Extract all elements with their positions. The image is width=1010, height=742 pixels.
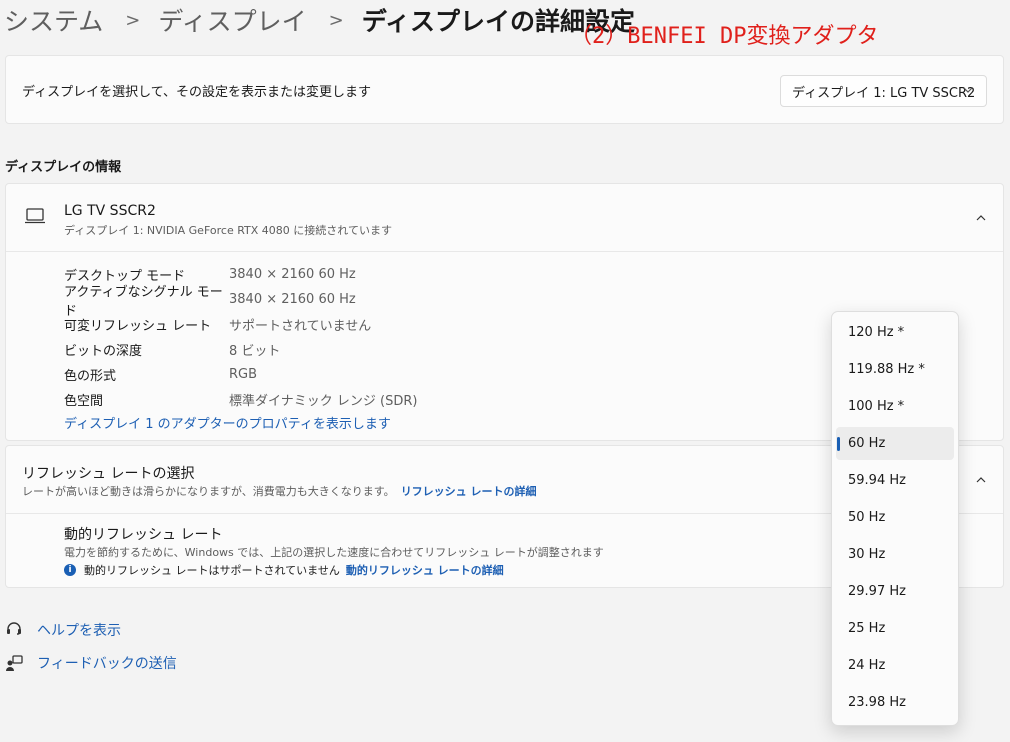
info-row: 色空間 標準ダイナミック レンジ (SDR) [64, 387, 417, 412]
display-select-dropdown[interactable]: ディスプレイ 1: LG TV SSCR2 [780, 75, 987, 107]
dynamic-refresh-detail-link[interactable]: 動的リフレッシュ レートの詳細 [346, 562, 504, 578]
refresh-rate-title: リフレッシュ レートの選択 [22, 466, 195, 482]
monitor-icon [25, 208, 45, 224]
dynamic-refresh-info-text: 動的リフレッシュ レートはサポートされていません [84, 564, 340, 577]
refresh-rate-option-label: 29.97 Hz [848, 584, 906, 599]
refresh-rate-option[interactable]: 59.94 Hz [836, 464, 954, 497]
display-info-rows: デスクトップ モード 3840 × 2160 60 Hz アクティブなシグナル モ… [64, 262, 417, 412]
refresh-rate-option-label: 25 Hz [848, 621, 886, 636]
refresh-rate-option[interactable]: 120 Hz * [836, 316, 954, 349]
info-value: 標準ダイナミック レンジ (SDR) [229, 394, 418, 409]
info-key: アクティブなシグナル モード [64, 284, 223, 319]
chevron-up-icon[interactable] [975, 474, 987, 486]
info-row: ビットの深度 8 ビット [64, 337, 417, 362]
dynamic-refresh-info: i 動的リフレッシュ レートはサポートされていません 動的リフレッシュ レートの… [64, 562, 504, 578]
dynamic-refresh-subtitle: 電力を節約するために、Windows では、上記の選択した速度に合わせてリフレッ… [64, 546, 604, 559]
refresh-rate-subtitle: レートが高いほど動きは滑らかになりますが、消費電力も大きくなります。 リフレッシュ… [22, 483, 537, 499]
refresh-rate-menu: 120 Hz * 119.88 Hz * 100 Hz * 60 Hz 59.9… [831, 311, 959, 726]
help-icon [7, 622, 21, 635]
refresh-rate-option-label: 119.88 Hz * [848, 362, 925, 377]
info-row: 可変リフレッシュ レート サポートされていません [64, 312, 417, 337]
info-icon: i [64, 564, 76, 576]
refresh-rate-option[interactable]: 25 Hz [836, 612, 954, 645]
refresh-rate-option[interactable]: 100 Hz * [836, 390, 954, 423]
refresh-rate-option[interactable]: 50 Hz [836, 501, 954, 534]
display-select-card: ディスプレイを選択して、その設定を表示または変更します ディスプレイ 1: LG… [5, 55, 1004, 124]
display-info-header[interactable]: LG TV SSCR2 ディスプレイ 1: NVIDIA GeForce RTX… [6, 184, 1003, 252]
chevron-down-icon [963, 87, 973, 93]
device-subtitle: ディスプレイ 1: NVIDIA GeForce RTX 4080 に接続されて… [64, 224, 392, 237]
info-value: 8 ビット [229, 344, 281, 359]
feedback-icon [6, 655, 23, 671]
refresh-rate-option-label: 120 Hz * [848, 325, 905, 340]
display-select-label: ディスプレイを選択して、その設定を表示または変更します [22, 85, 372, 100]
feedback-link-row[interactable]: フィードバックの送信 [5, 653, 177, 673]
info-value: サポートされていません [229, 319, 372, 334]
dynamic-refresh-title: 動的リフレッシュ レート [64, 527, 223, 543]
refresh-rate-option-selected[interactable]: 60 Hz [836, 427, 954, 460]
chevron-up-icon[interactable] [975, 212, 987, 224]
section-title-display-info: ディスプレイの情報 [5, 160, 122, 175]
info-key: ビットの深度 [64, 344, 143, 359]
refresh-rate-option-label: 59.94 Hz [848, 473, 906, 488]
display-select-value: ディスプレイ 1: LG TV SSCR2 [792, 85, 976, 101]
breadcrumb-item-system[interactable]: システム [4, 2, 103, 38]
refresh-rate-option[interactable]: 24 Hz [836, 649, 954, 682]
help-link-row[interactable]: ヘルプを表示 [5, 620, 121, 640]
refresh-rate-option-label: 50 Hz [848, 510, 886, 525]
refresh-rate-detail-link[interactable]: リフレッシュ レートの詳細 [401, 485, 537, 498]
refresh-rate-option-label: 30 Hz [848, 547, 886, 562]
refresh-rate-option[interactable]: 23.98 Hz [836, 686, 954, 719]
feedback-link[interactable]: フィードバックの送信 [37, 653, 177, 673]
refresh-rate-option[interactable]: 119.88 Hz * [836, 353, 954, 386]
info-value: 3840 × 2160 60 Hz [229, 267, 356, 282]
refresh-rate-option-label: 60 Hz [848, 436, 886, 451]
refresh-rate-option-label: 24 Hz [848, 658, 886, 673]
breadcrumb-item-display[interactable]: ディスプレイ [158, 2, 306, 38]
chevron-right-icon: > [328, 9, 344, 31]
chevron-right-icon: > [125, 9, 141, 31]
info-value: 3840 × 2160 60 Hz [229, 292, 356, 307]
info-row: 色の形式 RGB [64, 362, 417, 387]
refresh-rate-option-label: 23.98 Hz [848, 695, 906, 710]
selection-indicator [837, 437, 840, 451]
info-key: 色空間 [64, 394, 104, 409]
refresh-rate-option[interactable]: 29.97 Hz [836, 575, 954, 608]
refresh-rate-option-label: 100 Hz * [848, 399, 905, 414]
info-key: 可変リフレッシュ レート [64, 319, 212, 334]
refresh-rate-option[interactable]: 30 Hz [836, 538, 954, 571]
help-link[interactable]: ヘルプを表示 [37, 620, 121, 640]
info-key: 色の形式 [64, 369, 117, 384]
breadcrumb: システム > ディスプレイ > ディスプレイの詳細設定 [4, 0, 635, 40]
annotation-text: （2）BENFEI DP変換アダプタ [570, 24, 879, 49]
info-row: アクティブなシグナル モード 3840 × 2160 60 Hz [64, 285, 417, 319]
device-name: LG TV SSCR2 [64, 203, 156, 219]
adapter-properties-link[interactable]: ディスプレイ 1 のアダプターのプロパティを表示します [64, 413, 391, 432]
info-value: RGB [229, 367, 258, 382]
refresh-rate-description: レートが高いほど動きは滑らかになりますが、消費電力も大きくなります。 [22, 485, 395, 498]
